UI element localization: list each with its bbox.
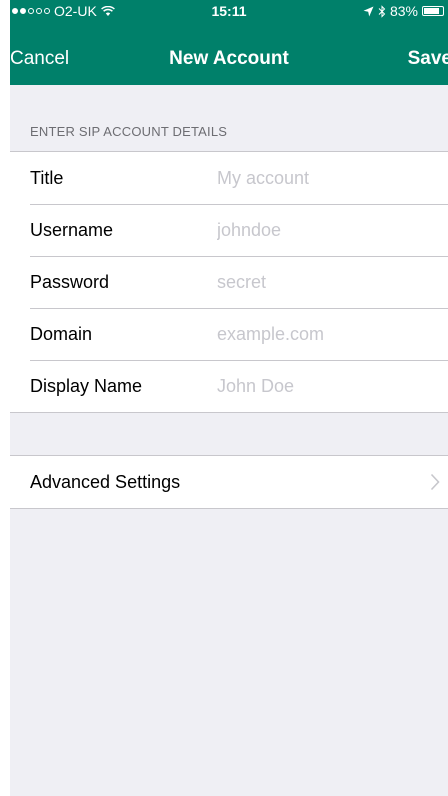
nav-bar: Cancel New Account Save (10, 42, 448, 78)
battery-percent: 83% (389, 3, 418, 19)
bluetooth-icon (378, 4, 386, 18)
left-edge-strip (0, 0, 10, 796)
display-name-label: Display Name (30, 375, 143, 396)
title-row: Title (10, 152, 448, 204)
battery-level-fill (424, 8, 439, 14)
advanced-group: Advanced Settings (10, 455, 448, 509)
username-label: Username (30, 219, 114, 240)
phone-screen: O2-UK 15:11 83% Cancel New Account Save … (10, 0, 448, 796)
section-header: ENTER SIP ACCOUNT DETAILS (30, 124, 228, 139)
save-button[interactable]: Save (408, 48, 448, 70)
app-frame: O2-UK 15:11 83% Cancel New Account Save … (0, 0, 448, 796)
battery-icon (422, 6, 444, 16)
domain-label: Domain (30, 323, 93, 344)
title-input[interactable] (217, 167, 437, 189)
domain-row: Domain (10, 308, 448, 360)
title-label: Title (30, 167, 64, 188)
status-right: 83% (363, 3, 444, 19)
display-name-input[interactable] (217, 375, 437, 397)
domain-input[interactable] (217, 323, 437, 345)
password-input[interactable] (217, 271, 437, 293)
username-input[interactable] (217, 219, 437, 241)
advanced-settings-row[interactable]: Advanced Settings (10, 456, 448, 508)
display-name-row: Display Name (10, 360, 448, 412)
password-label: Password (30, 271, 110, 292)
top-bar: O2-UK 15:11 83% Cancel New Account Save (10, 0, 448, 85)
location-arrow-icon (363, 6, 374, 16)
advanced-settings-label: Advanced Settings (30, 471, 181, 492)
chevron-right-icon (430, 473, 440, 491)
page-title: New Account (169, 48, 289, 69)
account-form: Title Username Password Domain Display N… (10, 151, 448, 413)
status-bar: O2-UK 15:11 83% (10, 0, 448, 22)
password-row: Password (10, 256, 448, 308)
username-row: Username (10, 204, 448, 256)
